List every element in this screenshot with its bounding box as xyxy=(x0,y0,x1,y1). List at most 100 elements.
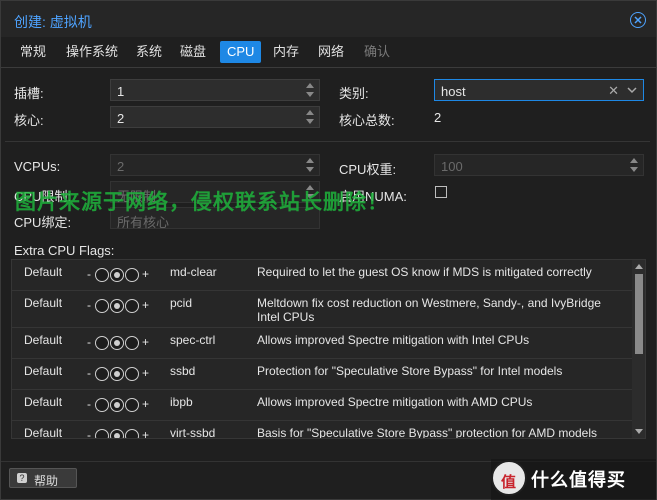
table-row: Default - + virt-ssbd Basis for "Specula… xyxy=(12,421,632,439)
type-value: host xyxy=(441,84,466,99)
table-row: Default - + ssbd Protection for "Specula… xyxy=(12,359,632,390)
tab-general[interactable]: 常规 xyxy=(13,41,53,63)
flag-state: Default xyxy=(24,333,63,347)
tab-os[interactable]: 操作系统 xyxy=(59,41,125,63)
flag-description: Allows improved Spectre mitigation with … xyxy=(257,333,530,347)
radio-off[interactable] xyxy=(95,429,109,438)
table-row: Default - + spec-ctrl Allows improved Sp… xyxy=(12,328,632,359)
plus-label: + xyxy=(142,335,150,349)
minus-label: - xyxy=(87,366,91,380)
minus-label: - xyxy=(87,298,91,312)
plus-label: + xyxy=(142,267,150,281)
total-cores-label: 核心总数: xyxy=(339,113,395,128)
radio-off[interactable] xyxy=(95,299,109,313)
cores-value: 2 xyxy=(117,111,125,126)
radio-on[interactable] xyxy=(125,367,139,381)
table-row: Default - + ibpb Allows improved Spectre… xyxy=(12,390,632,421)
cores-label: 核心: xyxy=(14,113,44,128)
create-vm-dialog: 创建: 虚拟机 常规 操作系统 系统 磁盘 CPU 内存 网络 确认 插槽: 1… xyxy=(0,0,657,500)
brand-watermark: 值 什么值得买 xyxy=(491,459,656,500)
scroll-down-icon[interactable] xyxy=(635,429,643,434)
minus-label: - xyxy=(87,267,91,281)
tab-divider xyxy=(1,67,656,68)
radio-default[interactable] xyxy=(110,367,124,381)
dialog-title: 创建: 虚拟机 xyxy=(14,14,92,30)
flag-name: pcid xyxy=(170,296,193,310)
cores-spinner-icon[interactable] xyxy=(305,110,315,124)
chevron-down-icon[interactable] xyxy=(627,84,637,98)
plus-label: + xyxy=(142,397,150,411)
radio-off[interactable] xyxy=(95,268,109,282)
minus-label: - xyxy=(87,335,91,349)
cpu-weight-field[interactable]: 100 xyxy=(434,154,644,176)
vcpus-label: VCPUs: xyxy=(14,159,61,174)
flag-description: Required to let the guest OS know if MDS… xyxy=(257,265,592,279)
radio-off[interactable] xyxy=(95,367,109,381)
plus-label: + xyxy=(142,366,150,380)
cpu-weight-spinner-icon[interactable] xyxy=(629,158,639,172)
cores-field[interactable]: 2 xyxy=(110,106,320,128)
radio-default[interactable] xyxy=(110,336,124,350)
flag-description: Meltdown fix cost reduction on Westmere,… xyxy=(257,296,601,324)
radio-default[interactable] xyxy=(110,429,124,438)
minus-label: - xyxy=(87,428,91,439)
radio-on[interactable] xyxy=(125,429,139,438)
brand-text: 什么值得买 xyxy=(531,470,626,490)
radio-default[interactable] xyxy=(110,268,124,282)
sockets-label: 插槽: xyxy=(14,86,44,101)
watermark-text: 图片来源于网络，侵权联系站长删除！ xyxy=(15,191,389,214)
help-button[interactable]: ? 帮助 xyxy=(9,468,77,488)
flag-state: Default xyxy=(24,395,63,409)
scroll-up-icon[interactable] xyxy=(635,264,643,269)
tab-network[interactable]: 网络 xyxy=(311,41,351,63)
numa-checkbox[interactable] xyxy=(435,186,447,198)
dialog-titlebar: 创建: 虚拟机 xyxy=(1,1,656,37)
sockets-field[interactable]: 1 xyxy=(110,79,320,101)
flag-description: Basis for "Speculative Store Bypass" pro… xyxy=(257,426,598,439)
flag-name: virt-ssbd xyxy=(170,426,216,439)
clear-icon[interactable]: ✕ xyxy=(608,83,619,99)
tab-disk[interactable]: 磁盘 xyxy=(173,41,213,63)
vcpus-value: 2 xyxy=(117,159,125,174)
table-row: Default - + pcid Meltdown fix cost reduc… xyxy=(12,291,632,328)
total-cores-value: 2 xyxy=(434,110,442,125)
radio-default[interactable] xyxy=(110,398,124,412)
radio-on[interactable] xyxy=(125,299,139,313)
radio-on[interactable] xyxy=(125,336,139,350)
brand-logo-icon: 值 xyxy=(491,460,527,496)
flag-name: md-clear xyxy=(170,265,217,279)
plus-label: + xyxy=(142,428,150,439)
type-label: 类别: xyxy=(339,86,369,101)
plus-label: + xyxy=(142,298,150,312)
section-divider xyxy=(5,141,650,142)
scroll-thumb[interactable] xyxy=(635,274,643,354)
sockets-spinner-icon[interactable] xyxy=(305,83,315,97)
scrollbar[interactable] xyxy=(632,260,645,438)
radio-default[interactable] xyxy=(110,299,124,313)
cpu-flags-grid: Default - + md-clear Required to let the… xyxy=(11,259,646,439)
flag-name: ibpb xyxy=(170,395,193,409)
flag-description: Protection for "Speculative Store Bypass… xyxy=(257,364,563,378)
tab-cpu[interactable]: CPU xyxy=(220,41,262,63)
tab-confirm: 确认 xyxy=(364,44,391,59)
flag-state: Default xyxy=(24,265,63,279)
close-icon[interactable] xyxy=(630,12,646,28)
help-icon: ? xyxy=(17,473,27,483)
radio-off[interactable] xyxy=(95,336,109,350)
cpu-weight-label: CPU权重: xyxy=(339,162,397,177)
radio-on[interactable] xyxy=(125,398,139,412)
minus-label: - xyxy=(87,397,91,411)
flag-state: Default xyxy=(24,296,63,310)
help-label: 帮助 xyxy=(34,474,59,488)
cpu-weight-placeholder: 100 xyxy=(441,159,463,174)
flag-state: Default xyxy=(24,426,63,439)
flag-name: spec-ctrl xyxy=(170,333,216,347)
radio-on[interactable] xyxy=(125,268,139,282)
flag-description: Allows improved Spectre mitigation with … xyxy=(257,395,533,409)
radio-off[interactable] xyxy=(95,398,109,412)
type-dropdown[interactable]: host ✕ xyxy=(434,79,644,101)
brand-logo-char: 值 xyxy=(501,474,517,491)
tab-system[interactable]: 系统 xyxy=(129,41,169,63)
tab-memory[interactable]: 内存 xyxy=(266,41,306,63)
vcpus-field: 2 xyxy=(110,154,320,176)
